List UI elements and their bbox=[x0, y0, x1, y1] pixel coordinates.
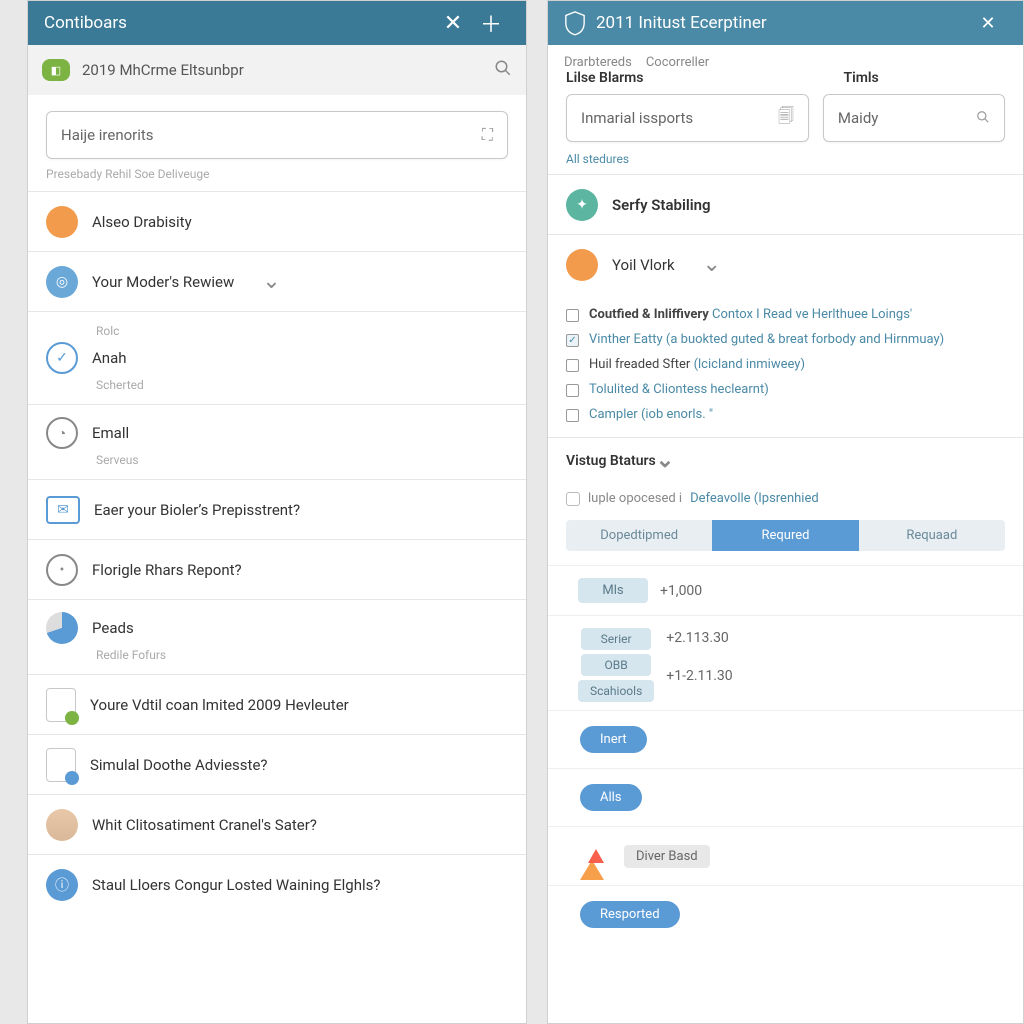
shield-icon bbox=[564, 10, 586, 36]
triangle-icon bbox=[580, 841, 610, 871]
right-tabs: Drarbtereds Cocorreller bbox=[548, 45, 1023, 70]
left-search-input[interactable]: Haije irenorits ⛶ bbox=[46, 111, 508, 159]
status-line: luple opocesed i Defeavolle (Ipsrenhied bbox=[548, 483, 1023, 520]
diver-button[interactable]: Diver Basd bbox=[624, 845, 710, 868]
filter-input-1[interactable]: Inmarial issports 🗐 bbox=[566, 94, 809, 142]
tab-item[interactable]: Drarbtereds bbox=[564, 55, 632, 70]
value: +1,000 bbox=[660, 583, 702, 599]
list-item[interactable]: Whit Clitosatiment Cranel's Sater? bbox=[28, 794, 526, 854]
check-item[interactable]: Coutfied & Inliffivery Contox I Read ve … bbox=[566, 302, 1005, 327]
close-icon[interactable]: ✕ bbox=[969, 4, 1007, 42]
list-item[interactable]: ◎ Your Moder's Rewiew ⌄ bbox=[28, 251, 526, 311]
avatar: ✦ bbox=[566, 189, 598, 221]
chevron-down-icon[interactable]: ⌄ bbox=[703, 252, 721, 277]
add-icon[interactable]: ＋ bbox=[472, 4, 510, 42]
action-row: Diver Basd bbox=[548, 826, 1023, 885]
left-hint: Presebady Rehil Soe Deliveuge bbox=[28, 167, 526, 191]
data-row: Mls +1,000 bbox=[548, 565, 1023, 615]
list-item[interactable]: Youre Vdtil coan lmited 2009 Hevleuter bbox=[28, 674, 526, 734]
avatar bbox=[46, 206, 78, 238]
action-row: Resported bbox=[548, 885, 1023, 943]
search-icon[interactable] bbox=[976, 109, 990, 128]
tab-item[interactable]: Cocorreller bbox=[646, 55, 709, 70]
list-item[interactable]: ◔ Emall Serveus bbox=[28, 404, 526, 479]
pie-icon bbox=[46, 612, 78, 644]
chip[interactable]: OBB bbox=[581, 654, 651, 676]
seg-item[interactable]: Dopedtipmed bbox=[566, 520, 712, 551]
check-item[interactable]: Campler (iob enorls. " bbox=[566, 402, 1005, 427]
expand-icon[interactable]: ⛶ bbox=[482, 125, 493, 145]
section-header[interactable]: Vistug Btaturs ⌄ bbox=[548, 437, 1023, 483]
doc-icon: ◎ bbox=[46, 266, 78, 298]
right-pane: 2011 Initust Ecerptiner ✕ Drarbtereds Co… bbox=[547, 0, 1024, 1024]
left-titlebar: Contiboars ✕ ＋ bbox=[28, 1, 526, 45]
check-item[interactable]: Tolulited & Cliontess heclearnt) bbox=[566, 377, 1005, 402]
chevron-down-icon[interactable]: ⌄ bbox=[656, 448, 674, 473]
list-item[interactable]: Peads Redile Fofurs bbox=[28, 599, 526, 674]
avatar bbox=[566, 249, 598, 281]
value: +2.113.30 bbox=[666, 630, 729, 646]
left-pane: Contiboars ✕ ＋ ◧ 2019 MhCrme Eltsunbpr H… bbox=[27, 0, 527, 1024]
data-row: Serier OBB Scahiools +2.113.30 +1-2.11.3… bbox=[548, 615, 1023, 710]
checkbox[interactable] bbox=[566, 359, 579, 372]
person-row[interactable]: Yoil Vlork ⌄ bbox=[548, 234, 1023, 294]
inert-button[interactable]: Inert bbox=[580, 726, 647, 753]
checkbox[interactable] bbox=[566, 309, 579, 322]
status-link[interactable]: Defeavolle (Ipsrenhied bbox=[690, 491, 819, 506]
segmented-control: Dopedtipmed Requred Requaad bbox=[566, 520, 1005, 551]
right-title: 2011 Initust Ecerptiner bbox=[596, 13, 767, 33]
column-label: Timls bbox=[844, 70, 879, 86]
checkbox[interactable] bbox=[566, 384, 579, 397]
list-item[interactable]: Simulal Doothe Adviesste? bbox=[28, 734, 526, 794]
subbar-text: 2019 MhCrme Eltsunbpr bbox=[82, 61, 244, 79]
left-title: Contiboars bbox=[44, 13, 127, 33]
checkbox[interactable] bbox=[566, 409, 579, 422]
badge-icon: ◧ bbox=[42, 59, 70, 81]
right-titlebar: 2011 Initust Ecerptiner ✕ bbox=[548, 1, 1023, 45]
action-row: Alls bbox=[548, 768, 1023, 826]
compose-icon[interactable]: ✕ bbox=[434, 4, 472, 42]
chevron-down-icon[interactable]: ⌄ bbox=[262, 269, 280, 294]
left-subbar: ◧ 2019 MhCrme Eltsunbpr bbox=[28, 45, 526, 95]
value: +1-2.11.30 bbox=[666, 668, 732, 684]
left-search-placeholder: Haije irenorits bbox=[61, 126, 154, 144]
seg-item[interactable]: Requaad bbox=[859, 520, 1005, 551]
chip[interactable]: Scahiools bbox=[578, 680, 654, 702]
mail-icon: ✉ bbox=[46, 496, 80, 524]
resported-button[interactable]: Resported bbox=[580, 901, 680, 928]
list-item[interactable]: Rolc ✓ Anah Scherted bbox=[28, 311, 526, 404]
action-row: Inert bbox=[548, 710, 1023, 768]
check-item[interactable]: ✓Vinther Eatty (a buokted guted & breat … bbox=[566, 327, 1005, 352]
doc-badge-icon bbox=[46, 748, 76, 782]
list-item[interactable]: • Florigle Rhars Repont? bbox=[28, 539, 526, 599]
search-icon[interactable] bbox=[494, 59, 512, 82]
person-row[interactable]: ✦ Serfy Stabiling bbox=[548, 174, 1023, 234]
doc-badge-icon bbox=[46, 688, 76, 722]
clock-icon: ◔ bbox=[46, 417, 78, 449]
status-icon bbox=[566, 492, 580, 506]
all-link[interactable]: All stedures bbox=[548, 152, 1023, 174]
dot-icon: • bbox=[46, 554, 78, 586]
list-item[interactable]: Alseo Drabisity bbox=[28, 191, 526, 251]
check-icon: ✓ bbox=[46, 342, 78, 374]
filter-input-2[interactable]: Maidy bbox=[823, 94, 1005, 142]
column-label: Lilse Blarms bbox=[566, 70, 644, 86]
info-icon: ⓘ bbox=[46, 869, 78, 901]
chip[interactable]: Mls bbox=[578, 578, 648, 603]
list-item[interactable]: ⓘ Staul Lloers Congur Losted Waining Elg… bbox=[28, 854, 526, 914]
checklist: Coutfied & Inliffivery Contox I Read ve … bbox=[548, 294, 1023, 437]
alls-button[interactable]: Alls bbox=[580, 784, 642, 811]
chip[interactable]: Serier bbox=[581, 628, 651, 650]
checkbox[interactable]: ✓ bbox=[566, 334, 579, 347]
calendar-icon[interactable]: 🗐 bbox=[778, 105, 794, 132]
avatar bbox=[46, 809, 78, 841]
check-item[interactable]: Huil freaded Sfter (lcicland inmiweey) bbox=[566, 352, 1005, 377]
seg-item[interactable]: Requred bbox=[712, 520, 858, 551]
list-item[interactable]: ✉ Eaer your Bioler’s Prepisstrent? bbox=[28, 479, 526, 539]
